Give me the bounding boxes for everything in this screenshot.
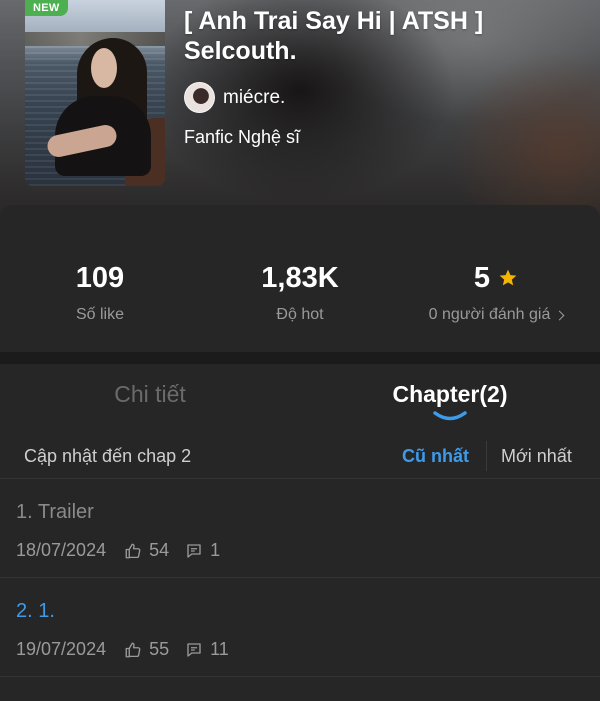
chapter-meta: 19/07/2024 55 11 bbox=[16, 639, 245, 660]
rating-count-link[interactable]: 0 người đánh giá bbox=[396, 306, 596, 324]
likes-label: Số like bbox=[75, 306, 125, 323]
chapter-list-header: Cập nhật đến chap 2 Cũ nhất Mới nhất bbox=[0, 437, 600, 479]
tab-bar: Chi tiết Chapter(2) bbox=[0, 364, 600, 426]
tab-chapters[interactable]: Chapter(2) bbox=[300, 381, 600, 408]
author-link[interactable]: miécre. bbox=[184, 82, 285, 113]
sort-newest-button[interactable]: Mới nhất bbox=[501, 446, 572, 467]
rating-value: 5 bbox=[473, 261, 491, 294]
hot-count: 1,83K bbox=[261, 261, 339, 294]
author-avatar[interactable] bbox=[184, 82, 215, 113]
rating-value-row: 5 bbox=[396, 260, 596, 296]
story-genre[interactable]: Fanfic Nghệ sĩ bbox=[184, 127, 300, 148]
chapter-comment-count: 1 bbox=[210, 540, 221, 560]
comment-icon bbox=[187, 543, 201, 558]
stats-row: 109 Số like 1,83K Độ hot 5 0 người đánh … bbox=[0, 205, 600, 352]
chevron-right-icon bbox=[554, 310, 565, 321]
author-name[interactable]: miécre. bbox=[223, 87, 285, 109]
sort-oldest-button[interactable]: Cũ nhất bbox=[402, 446, 469, 467]
chapter-date: 18/07/2024 bbox=[16, 540, 107, 560]
stat-likes: 109 Số like bbox=[0, 260, 200, 324]
tab-detail[interactable]: Chi tiết bbox=[0, 381, 300, 408]
update-status: Cập nhật đến chap 2 bbox=[24, 446, 192, 466]
chapter-title[interactable]: 2. 1. bbox=[16, 600, 55, 623]
chapter-item[interactable]: 2. 1. 19/07/2024 55 11 bbox=[0, 579, 600, 677]
hot-label: Độ hot bbox=[276, 306, 324, 323]
chapter-like-count: 55 bbox=[149, 639, 170, 659]
rating-count-label: 0 người đánh giá bbox=[428, 306, 551, 323]
thumbs-up-icon bbox=[125, 543, 141, 558]
thumbs-up-icon bbox=[125, 642, 141, 657]
chapter-item[interactable]: 1. Trailer 18/07/2024 54 1 bbox=[0, 480, 600, 578]
chapter-date: 19/07/2024 bbox=[16, 639, 107, 659]
comment-icon bbox=[187, 642, 201, 657]
new-badge: NEW bbox=[25, 0, 68, 16]
story-cover-image[interactable]: NEW bbox=[25, 0, 165, 186]
tab-active-indicator bbox=[433, 411, 467, 421]
chapter-like-count: 54 bbox=[149, 540, 170, 560]
section-divider bbox=[0, 352, 600, 364]
stat-rating[interactable]: 5 0 người đánh giá bbox=[396, 260, 596, 324]
chapter-title[interactable]: 1. Trailer bbox=[16, 501, 94, 524]
chapter-meta: 18/07/2024 54 1 bbox=[16, 540, 236, 561]
story-detail-panel: 109 Số like 1,83K Độ hot 5 0 người đánh … bbox=[0, 205, 600, 701]
stat-hot: 1,83K Độ hot bbox=[200, 260, 400, 324]
sort-divider bbox=[486, 441, 487, 471]
story-title: [ Anh Trai Say Hi | ATSH ] Selcouth. bbox=[184, 7, 484, 65]
star-icon bbox=[499, 269, 517, 286]
chapter-comment-count: 11 bbox=[210, 639, 229, 659]
likes-count: 109 bbox=[75, 261, 125, 294]
